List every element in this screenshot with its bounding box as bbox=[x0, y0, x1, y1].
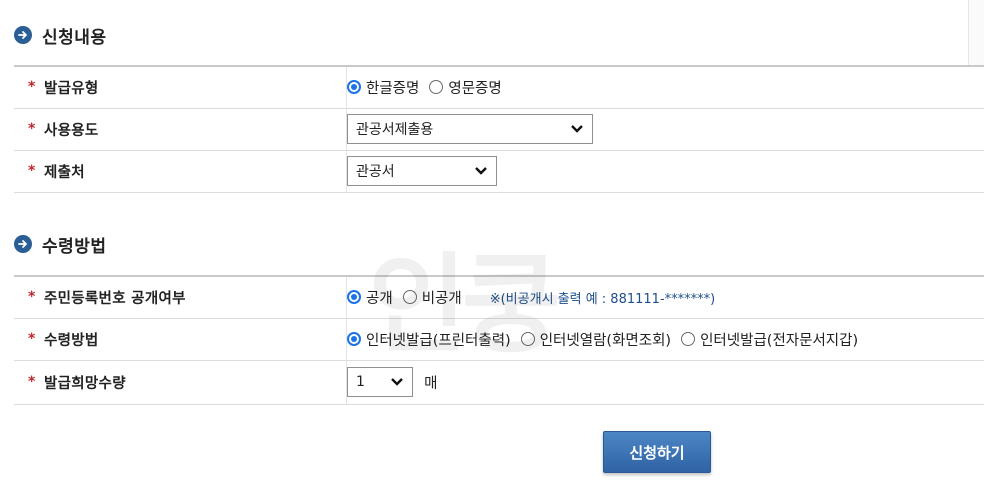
arrow-right-circle-icon bbox=[14, 235, 32, 253]
issue-type-radio-group: 한글증명 영문증명 bbox=[347, 77, 984, 98]
purpose-select[interactable]: 관공서제출용 bbox=[347, 114, 593, 144]
radio-button[interactable] bbox=[402, 290, 417, 305]
receipt-form: * 주민등록번호 공개여부 공개 비공개 ※(비공개시 출력 예 : 881111… bbox=[14, 275, 984, 405]
label-issue-type: 발급유형 bbox=[44, 80, 99, 97]
radio-button-selected[interactable] bbox=[347, 80, 361, 95]
id-disclosure-radio-group: 공개 비공개 ※(비공개시 출력 예 : 881111-*******) bbox=[347, 287, 984, 308]
radio-private[interactable]: 비공개 bbox=[402, 287, 462, 308]
radio-internet-view[interactable]: 인터넷열람(화면조회) bbox=[520, 329, 671, 350]
row-quantity: * 발급희망수량 1 매 bbox=[14, 360, 984, 405]
label-quantity: 발급희망수량 bbox=[44, 375, 126, 392]
required-mark: * bbox=[28, 374, 36, 390]
required-mark: * bbox=[28, 79, 36, 96]
arrow-right-circle-icon bbox=[14, 26, 32, 44]
radio-english-cert[interactable]: 영문증명 bbox=[429, 77, 502, 98]
section-title-receipt: 수령방법 bbox=[14, 231, 107, 257]
required-mark: * bbox=[28, 121, 36, 137]
label-id-disclosure: 주민등록번호 공개여부 bbox=[44, 290, 186, 307]
radio-internet-print[interactable]: 인터넷발급(프린터출력) bbox=[347, 329, 511, 350]
radio-button-selected[interactable] bbox=[347, 290, 361, 305]
label-receipt-method: 수령방법 bbox=[44, 332, 99, 349]
radio-button[interactable] bbox=[429, 80, 444, 95]
label-purpose: 사용용도 bbox=[44, 122, 99, 139]
required-mark: * bbox=[28, 289, 36, 306]
section-title-text: 신청내용 bbox=[42, 27, 107, 48]
private-example-note: ※(비공개시 출력 예 : 881111-*******) bbox=[489, 291, 716, 307]
application-form: * 발급유형 한글증명 영문증명 * 사용용도 관공서제출용 * 제출처 관공서 bbox=[14, 65, 984, 193]
apply-button[interactable]: 신청하기 bbox=[603, 431, 711, 473]
radio-button[interactable] bbox=[520, 332, 535, 346]
submit-to-select[interactable]: 관공서 bbox=[347, 156, 497, 186]
scrollbar-stub[interactable] bbox=[968, 0, 984, 67]
section-title-application: 신청내용 bbox=[14, 22, 107, 48]
row-issue-type: * 발급유형 한글증명 영문증명 bbox=[14, 66, 984, 109]
radio-korean-cert[interactable]: 한글증명 bbox=[347, 77, 419, 98]
radio-button-selected[interactable] bbox=[347, 332, 361, 346]
chevron-down-icon bbox=[391, 378, 403, 386]
label-submit-to: 제출처 bbox=[44, 164, 85, 181]
chevron-down-icon bbox=[475, 167, 487, 175]
quantity-select[interactable]: 1 bbox=[347, 367, 413, 397]
radio-button[interactable] bbox=[681, 332, 696, 346]
radio-public[interactable]: 공개 bbox=[347, 287, 393, 308]
row-submit-to: * 제출처 관공서 bbox=[14, 150, 984, 193]
section-title-text: 수령방법 bbox=[42, 236, 107, 257]
receipt-method-radio-group: 인터넷발급(프린터출력) 인터넷열람(화면조회) 인터넷발급(전자문서지갑) bbox=[347, 329, 984, 350]
radio-internet-wallet[interactable]: 인터넷발급(전자문서지갑) bbox=[681, 329, 858, 350]
chevron-down-icon bbox=[571, 125, 583, 133]
quantity-unit: 매 bbox=[424, 375, 438, 392]
row-receipt-method: * 수령방법 인터넷발급(프린터출력) 인터넷열람(화면조회) 인터넷발급(전자문… bbox=[14, 318, 984, 361]
row-id-disclosure: * 주민등록번호 공개여부 공개 비공개 ※(비공개시 출력 예 : 881111… bbox=[14, 276, 984, 319]
required-mark: * bbox=[28, 331, 36, 347]
row-purpose: * 사용용도 관공서제출용 bbox=[14, 108, 984, 151]
required-mark: * bbox=[28, 163, 36, 179]
